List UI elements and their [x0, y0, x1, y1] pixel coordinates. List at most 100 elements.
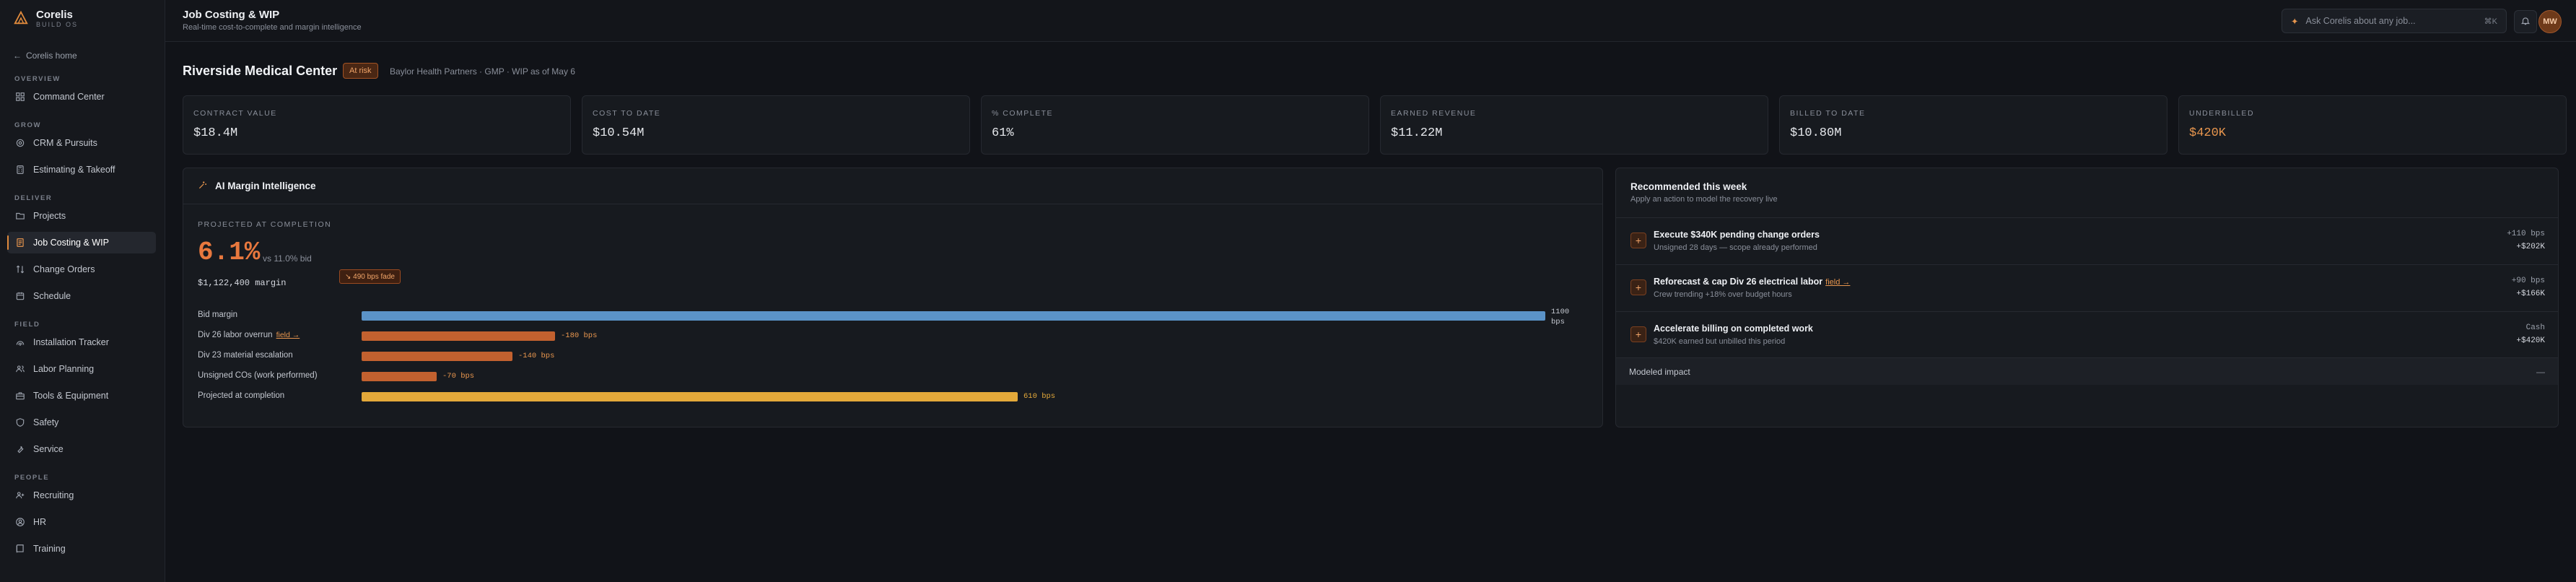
target-icon — [15, 138, 25, 148]
shortcut-hint: ⌘K — [2484, 17, 2497, 26]
notifications-button[interactable] — [2514, 10, 2537, 33]
nav-section-title: PEOPLE — [14, 474, 50, 482]
nav-section-title: OVERVIEW — [14, 75, 61, 83]
field-link[interactable]: field → — [1825, 278, 1850, 287]
sidebar-item-label: Labor Planning — [33, 364, 95, 374]
plus-icon: + — [1635, 329, 1642, 340]
rec-desc: Crew trending +18% over budget hours — [1654, 290, 1792, 299]
bar-value: -70 bps — [442, 372, 475, 381]
page-title: Job Costing & WIP — [183, 9, 280, 21]
page-subtitle: Real-time cost-to-complete and margin in… — [183, 23, 362, 32]
bar-label: Bid margin — [198, 310, 237, 319]
calendar-icon — [15, 291, 25, 301]
sidebar: Corelis BUILD OS ← Corelis home OVERVIEW… — [0, 0, 165, 582]
sidebar-item-installation-tracker[interactable]: Installation Tracker — [7, 331, 156, 353]
sidebar-item-estimating-takeoff[interactable]: Estimating & Takeoff — [7, 159, 156, 181]
rec-impact-amount: +$202K — [2516, 243, 2545, 251]
sparkle-icon: ✦ — [2291, 16, 2299, 27]
rec-name-text: Execute $340K pending change orders — [1654, 230, 1820, 240]
modeled-impact-label: Modeled impact — [1629, 366, 1690, 377]
home-link[interactable]: ← Corelis home — [13, 51, 77, 61]
kpi-label: CONTRACT VALUE — [193, 109, 277, 118]
kpi-value: $420K — [2189, 126, 2227, 140]
nav-section-title: DELIVER — [14, 194, 53, 202]
rec-name-text: Reforecast & cap Div 26 electrical labor — [1654, 277, 1823, 287]
sidebar-item-safety[interactable]: Safety — [7, 412, 156, 433]
recommendation-item[interactable]: + Execute $340K pending change orders Unsi… — [1616, 217, 2558, 264]
wrench-icon — [15, 444, 25, 454]
margin-bar — [362, 372, 437, 381]
sidebar-item-hr[interactable]: HR — [7, 511, 156, 533]
kpi-value: $10.80M — [1790, 126, 1842, 140]
rec-impact-bps: +90 bps — [2511, 277, 2545, 285]
rec-name: Accelerate billing on completed work — [1654, 323, 1813, 334]
shield-icon — [15, 417, 25, 427]
sidebar-item-crm-pursuits[interactable]: CRM & Pursuits — [7, 132, 156, 154]
sidebar-item-label: Training — [33, 544, 66, 554]
apply-action-button[interactable]: + — [1630, 326, 1646, 342]
sidebar-item-label: Recruiting — [33, 490, 74, 500]
sidebar-item-label: Estimating & Takeoff — [33, 165, 115, 175]
sidebar-item-label: CRM & Pursuits — [33, 138, 97, 148]
sidebar-item-labor-planning[interactable]: Labor Planning — [7, 358, 156, 380]
folder-icon — [15, 211, 25, 221]
sidebar-item-change-orders[interactable]: Change Orders — [7, 259, 156, 280]
rec-desc: Unsigned 28 days — scope already perform… — [1654, 243, 1817, 252]
kpi-value: $18.4M — [193, 126, 238, 140]
search-placeholder: Ask Corelis about any job... — [2305, 16, 2416, 26]
rec-desc: $420K earned but unbilled this period — [1654, 337, 1786, 346]
modeled-impact-value: — — [2536, 366, 2545, 377]
user-plus-icon — [15, 490, 25, 500]
sidebar-item-tools-equipment[interactable]: Tools & Equipment — [7, 385, 156, 407]
rec-name-text: Accelerate billing on completed work — [1654, 323, 1813, 334]
sidebar-item-recruiting[interactable]: Recruiting — [7, 485, 156, 506]
kpi-label: % COMPLETE — [992, 109, 1054, 118]
projected-margin-amount: $1,122,400 margin — [198, 278, 287, 288]
circle-user-icon — [15, 517, 25, 527]
bar-value: -180 bps — [561, 331, 598, 340]
panel-header: AI Margin Intelligence — [183, 168, 1602, 204]
panel-title: AI Margin Intelligence — [215, 181, 316, 191]
rec-impact-bps: Cash — [2525, 323, 2545, 332]
rec-impact-amount: +$166K — [2516, 290, 2545, 298]
sidebar-item-training[interactable]: Training — [7, 538, 156, 560]
book-icon — [15, 544, 25, 554]
sidebar-item-service[interactable]: Service — [7, 438, 156, 460]
field-link[interactable]: field → — [276, 331, 300, 339]
margin-bar — [362, 331, 555, 341]
bar-label: Projected at completion — [198, 391, 284, 400]
arrow-left-icon: ← — [13, 51, 22, 61]
rec-header: Recommended this week Apply an action to… — [1616, 168, 2558, 204]
fade-badge: ↘ 490 bps fade — [339, 269, 401, 284]
swap-icon — [15, 264, 25, 274]
brand[interactable]: Corelis BUILD OS — [13, 9, 78, 29]
avatar[interactable]: MW — [2538, 10, 2562, 33]
apply-action-button[interactable]: + — [1630, 279, 1646, 295]
kpi-label: BILLED TO DATE — [1790, 109, 1866, 118]
signal-icon — [15, 337, 25, 347]
sidebar-item-schedule[interactable]: Schedule — [7, 285, 156, 307]
sidebar-item-projects[interactable]: Projects — [7, 205, 156, 227]
toolbox-icon — [15, 391, 25, 401]
top-bar: Job Costing & WIP Real-time cost-to-comp… — [165, 0, 2576, 42]
calculator-icon — [15, 165, 25, 175]
kpi-label: EARNED REVENUE — [1391, 109, 1477, 118]
apply-action-button[interactable]: + — [1630, 233, 1646, 248]
rec-name: Execute $340K pending change orders — [1654, 230, 1820, 240]
sidebar-item-job-costing-wip[interactable]: Job Costing & WIP — [7, 232, 156, 253]
plus-icon: + — [1635, 235, 1642, 246]
recommendation-item[interactable]: + Reforecast & cap Div 26 electrical labo… — [1616, 264, 2558, 310]
kpi-card: % COMPLETE 61% — [981, 95, 1369, 155]
plus-icon: + — [1635, 282, 1642, 293]
recommendation-item[interactable]: + Accelerate billing on completed work $42… — [1616, 311, 2558, 357]
kpi-value: $10.54M — [593, 126, 645, 140]
sparkle-icon — [198, 180, 208, 192]
kpi-label: COST TO DATE — [593, 109, 661, 118]
logo-icon — [13, 10, 29, 28]
ask-corelis-input[interactable]: ✦ Ask Corelis about any job... ⌘K — [2282, 9, 2507, 33]
rec-subtitle: Apply an action to model the recovery li… — [1630, 195, 1778, 204]
sidebar-item-label: Job Costing & WIP — [33, 238, 109, 248]
sidebar-item-command-center[interactable]: Command Center — [7, 86, 156, 108]
receipt-icon — [15, 238, 25, 248]
bar-label-text: Div 26 labor overrun — [198, 331, 273, 339]
